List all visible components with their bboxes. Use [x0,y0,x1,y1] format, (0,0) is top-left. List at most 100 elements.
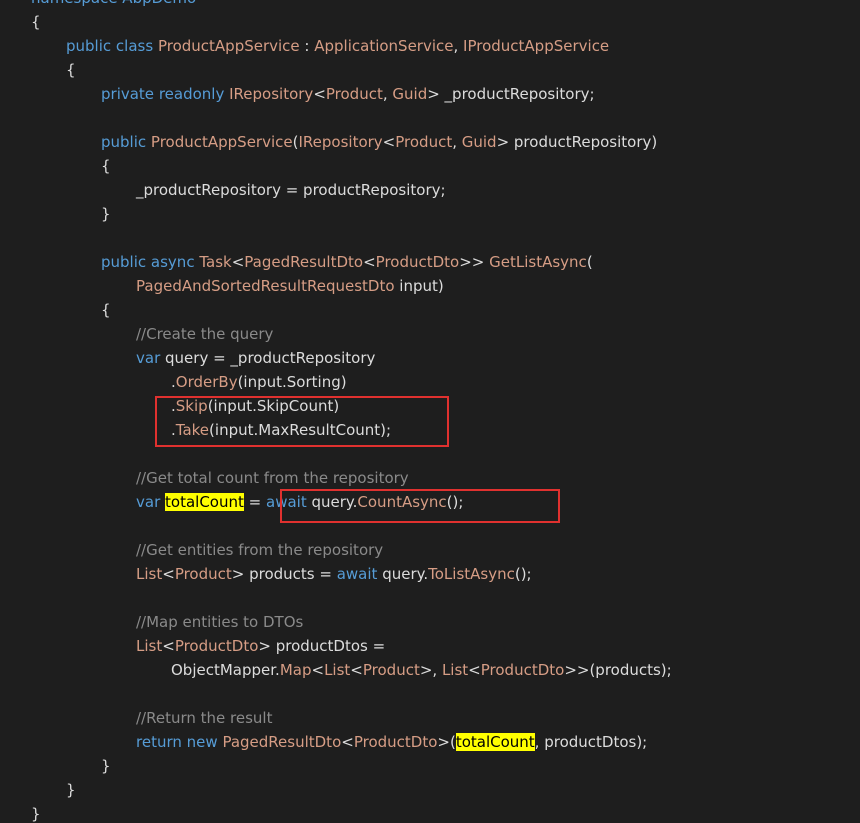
code-line: .Skip(input.SkipCount) [171,394,339,418]
code-token: input) [394,277,444,295]
code-token: Task [199,253,232,271]
code-line: PagedAndSortedResultRequestDto input) [136,274,444,298]
code-token: List [324,661,351,679]
code-token: ApplicationService [314,37,454,55]
code-token: await [266,493,307,511]
code-token: { [31,13,41,31]
code-token: { [101,301,111,319]
code-token: > productRepository) [496,133,658,151]
code-line: _productRepository = productRepository; [136,178,446,202]
code-token: Guid [392,85,428,103]
code-token: ProductDto [174,637,259,655]
code-line: private readonly IRepository<Product, Gu… [101,82,595,106]
code-token: ProductDto [353,733,438,751]
code-token: return [136,733,182,751]
code-line: //Create the query [136,322,273,346]
code-line: .Take(input.MaxResultCount); [171,418,391,442]
code-token: Product [325,85,383,103]
code-token: ( [586,253,593,271]
code-token: query. [377,565,429,583]
code-token: < [350,661,363,679]
code-token: } [31,805,41,823]
code-token: CountAsync [357,493,447,511]
code-token: ToListAsync [428,565,515,583]
code-token: < [313,85,326,103]
code-token: < [382,133,396,151]
code-line: namespace AbpDemo [31,0,196,10]
code-token: > productDtos = [258,637,386,655]
code-token: } [101,757,111,775]
code-line: ObjectMapper.Map<List<Product>, List<Pro… [171,658,672,682]
code-token: < [311,661,325,679]
code-token: >( [437,733,456,751]
code-token: PagedResultDto [244,253,364,271]
code-token: } [101,205,111,223]
code-token: PagedResultDto [222,733,342,751]
code-token: _productRepository = productRepository; [136,181,446,199]
code-token: Product [395,133,453,151]
code-line: { [66,58,76,82]
code-token: Skip [175,397,208,415]
code-token: >>(products); [564,661,672,679]
code-token: IProductAppService [463,37,610,55]
code-token: public [66,37,112,55]
code-token: < [363,253,376,271]
code-token: < [468,661,481,679]
code-line: .OrderBy(input.Sorting) [171,370,347,394]
code-token: //Return the result [136,709,273,727]
code-token: (); [514,565,532,583]
code-token: OrderBy [175,373,238,391]
code-line: { [31,10,41,34]
code-line: } [31,802,41,823]
code-line: public class ProductAppService : Applica… [66,34,609,58]
code-token: ProductAppService [150,133,293,151]
code-line: //Get entities from the repository [136,538,383,562]
code-line: { [101,298,111,322]
code-token: public [101,133,147,151]
code-token: List [136,637,163,655]
code-token: List [136,565,163,583]
code-token: PagedAndSortedResultRequestDto [136,277,395,295]
code-token: >> [459,253,490,271]
code-token: > _productRepository; [427,85,595,103]
code-token: > products = [231,565,337,583]
code-token: //Get entities from the repository [136,541,384,559]
code-line: return new PagedResultDto<ProductDto>(to… [136,730,647,754]
code-token: List [441,661,469,679]
code-line: { [101,154,111,178]
code-line: List<ProductDto> productDtos = [136,634,385,658]
code-token: { [66,61,76,79]
code-token: Guid [461,133,497,151]
code-token: < [341,733,354,751]
code-token: IRepository [229,85,314,103]
code-line: var query = _productRepository [136,346,375,370]
code-token: < [162,637,175,655]
code-line: var totalCount = await query.CountAsync(… [136,490,463,514]
code-token: ProductAppService [157,37,300,55]
code-line: //Get total count from the repository [136,466,409,490]
code-editor[interactable]: namespace AbpDemo { public class ProductAp… [0,0,860,823]
code-token: : [299,37,315,55]
code-token: var [136,493,161,511]
code-token: Take [175,421,210,439]
code-token: , [453,37,464,55]
code-line: List<Product> products = await query.ToL… [136,562,532,586]
code-token: var [136,349,161,367]
code-token: private [101,85,155,103]
code-token: Map [279,661,312,679]
code-token: < [231,253,245,271]
code-token: readonly [158,85,225,103]
code-token: public [101,253,147,271]
code-token: query = _productRepository [160,349,376,367]
code-token: ProductDto [480,661,565,679]
code-line: } [101,754,111,778]
code-line: public async Task<PagedResultDto<Product… [101,250,593,274]
code-token: await [336,565,378,583]
code-token: async [150,253,195,271]
code-token: (input.MaxResultCount); [209,421,392,439]
code-token: (input.Sorting) [237,373,347,391]
code-token: , productDtos); [534,733,648,751]
code-token: { [101,157,111,175]
code-token: ObjectMapper. [171,661,280,679]
code-token: < [162,565,175,583]
